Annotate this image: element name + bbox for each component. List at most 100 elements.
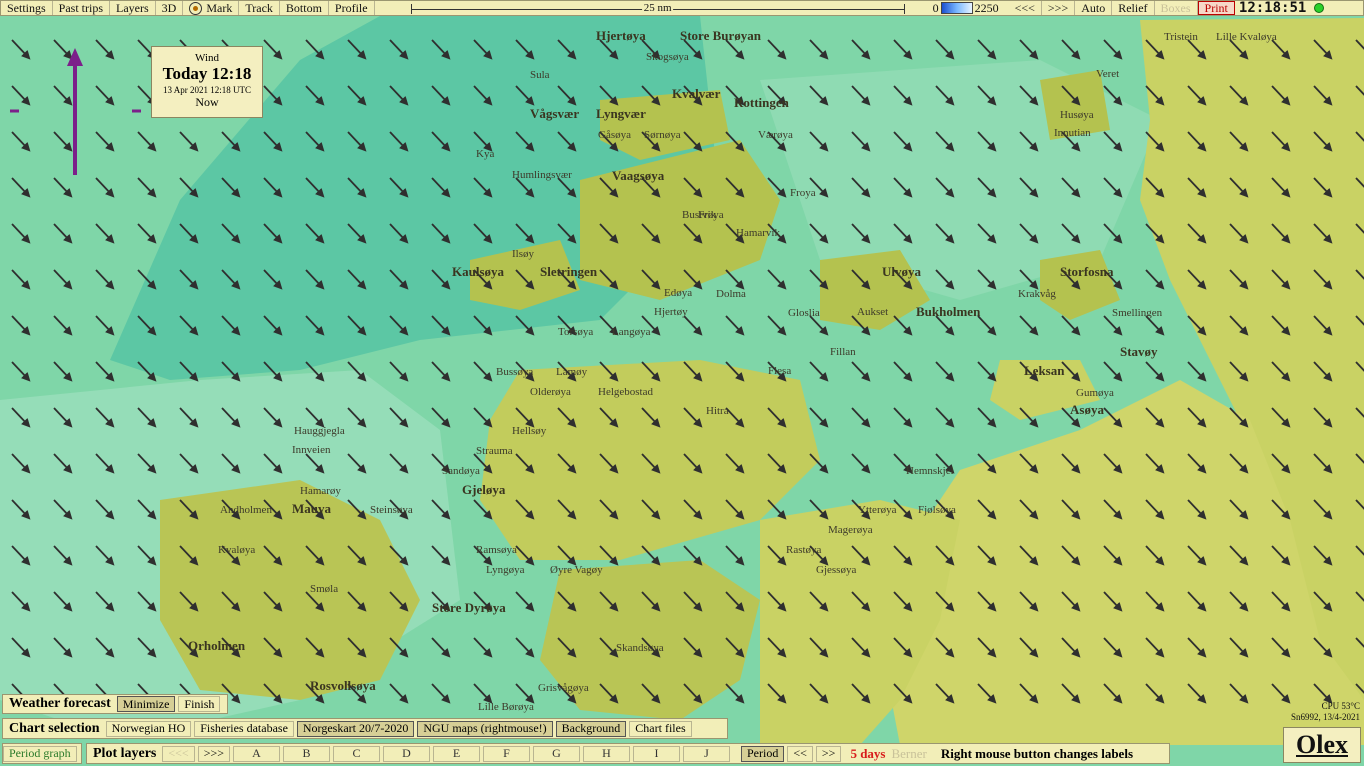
weather-forecast-panel: Weather forecast Minimize Finish: [2, 694, 228, 714]
chart-files[interactable]: Chart files: [629, 720, 692, 737]
place-label: Vaagsøya: [612, 168, 665, 183]
layer-f-button[interactable]: F: [483, 745, 530, 762]
place-label: Steinsøya: [370, 504, 413, 516]
period-forward-button[interactable]: >>: [815, 745, 842, 762]
olex-logo[interactable]: Olex: [1283, 727, 1361, 763]
back-button[interactable]: <<<: [1009, 1, 1042, 15]
clock: 12:18:51: [1238, 0, 1307, 16]
place-label: Lille Børøya: [478, 701, 534, 713]
chart-norgeskart[interactable]: Norgeskart 20/7-2020: [296, 720, 415, 737]
place-label: Strauma: [476, 445, 513, 457]
chart-background[interactable]: Background: [555, 720, 627, 737]
chart-ngu-maps[interactable]: NGU maps (rightmouse!): [417, 720, 553, 737]
place-label: Gåsøya: [598, 129, 631, 141]
print-button[interactable]: Print: [1197, 1, 1235, 15]
scale-label: 25 nm: [641, 2, 674, 14]
place-label: Store Dyrøya: [432, 600, 506, 615]
place-label: Flesa: [768, 365, 791, 377]
layer-a-button[interactable]: A: [233, 745, 280, 762]
place-label: Hauggjegla: [294, 425, 345, 437]
place-label: Gjeløya: [462, 482, 506, 497]
minimize-button[interactable]: Minimize: [116, 696, 176, 712]
olex-app: { "toolbar": { "settings": "Settings", "…: [0, 0, 1364, 766]
chart-norwegian-ho[interactable]: Norwegian HO: [105, 720, 192, 737]
layer-g-button[interactable]: G: [533, 745, 580, 762]
wind-title: Wind: [195, 52, 219, 64]
place-label: Kya: [476, 148, 494, 160]
place-label: Ramsøya: [476, 544, 517, 556]
place-label: Kvalvær: [672, 86, 721, 101]
depth-legend[interactable]: 0 2250: [933, 1, 999, 16]
period-back-button[interactable]: <<: [787, 745, 813, 762]
place-label: Gumøya: [1076, 387, 1114, 399]
period-button[interactable]: Period: [741, 745, 785, 762]
mark-label: Mark: [206, 0, 233, 15]
chart-selection-panel: Chart selection Norwegian HO Fisheries d…: [2, 718, 728, 739]
place-label: Storfosna: [1060, 264, 1114, 279]
chart-fisheries-database[interactable]: Fisheries database: [194, 720, 294, 737]
weather-forecast-title: Weather forecast: [9, 696, 111, 711]
3d-label: 3D: [161, 0, 177, 15]
place-label: Olderøya: [530, 386, 571, 398]
distance-scale: 25 nm: [410, 1, 905, 15]
place-label: Tristein: [1164, 31, 1198, 43]
layer-c-button[interactable]: C: [333, 745, 380, 762]
layer-j-button[interactable]: J: [683, 745, 730, 762]
place-label: Helgebostad: [598, 386, 653, 398]
place-label: Smøla: [310, 583, 338, 595]
place-label: Hjertøya: [596, 28, 646, 43]
wind-time: Today 12:18: [162, 64, 252, 83]
depth-min: 0: [932, 0, 939, 15]
place-label: Øyre Vagøy: [550, 564, 603, 576]
place-label: Hellsøy: [512, 425, 547, 437]
layer-d-button[interactable]: D: [383, 745, 430, 762]
place-label: Bukholmen: [916, 304, 981, 319]
period-graph-button[interactable]: Period graph: [3, 745, 77, 762]
layer-b-button[interactable]: B: [283, 745, 330, 762]
forward-button[interactable]: >>>: [1042, 1, 1076, 15]
bottom-button[interactable]: Bottom: [280, 1, 329, 15]
place-label: Skogsøya: [646, 51, 689, 63]
place-label: Rosvollsøya: [310, 678, 376, 693]
settings-button[interactable]: Settings: [1, 1, 53, 15]
serial-info: Sn6992, 13/4-2021: [1290, 712, 1360, 722]
wind-info-box: Wind Today 12:18 13 Apr 2021 12:18 UTC N…: [151, 46, 263, 118]
mark-button[interactable]: Mark: [183, 0, 240, 15]
depth-gradient: [940, 2, 973, 14]
3d-button[interactable]: 3D: [156, 1, 184, 15]
berner-button[interactable]: Berner: [891, 746, 926, 762]
depth-max: 2250: [974, 0, 999, 15]
wind-now: Now: [195, 95, 219, 109]
place-label: Hamarvik: [736, 227, 780, 239]
place-label: Kaulsøya: [452, 264, 505, 279]
boxes-button[interactable]: Boxes: [1155, 1, 1198, 15]
place-label: Gloslia: [788, 307, 820, 319]
place-label: Hitra: [706, 405, 729, 417]
layer-i-button[interactable]: I: [633, 745, 680, 762]
plot-next-button[interactable]: >>>: [197, 745, 230, 762]
place-label: Smellingen: [1112, 307, 1163, 319]
place-label: Lyngøya: [486, 564, 525, 576]
place-label: Skandsøya: [616, 642, 664, 654]
relief-button[interactable]: Relief: [1112, 1, 1155, 15]
layer-e-button[interactable]: E: [433, 745, 480, 762]
place-label: Frøya: [698, 209, 724, 221]
place-label: Gjessøya: [816, 564, 856, 576]
plot-prev-button[interactable]: <<<: [162, 745, 195, 762]
place-label: Andholmen: [220, 504, 272, 516]
status-readout: CPU 53°C Sn6992, 13/4-2021: [1291, 701, 1360, 723]
chart-selection-title: Chart selection: [9, 720, 100, 736]
finish-button[interactable]: Finish: [178, 696, 221, 712]
place-label: Sletringen: [540, 264, 598, 279]
place-label: Hemnskjel: [906, 465, 954, 477]
past-trips-button[interactable]: Past trips: [53, 1, 111, 15]
auto-button[interactable]: Auto: [1075, 1, 1113, 15]
layers-button[interactable]: Layers: [110, 1, 156, 15]
place-label: Hamarøy: [300, 485, 341, 497]
place-label: Sula: [530, 69, 550, 81]
layer-h-button[interactable]: H: [583, 745, 630, 762]
place-label: Grisvågøya: [538, 682, 589, 694]
track-button[interactable]: Track: [239, 1, 280, 15]
profile-button[interactable]: Profile: [329, 1, 375, 15]
period-graph-panel: Period graph: [2, 743, 82, 764]
